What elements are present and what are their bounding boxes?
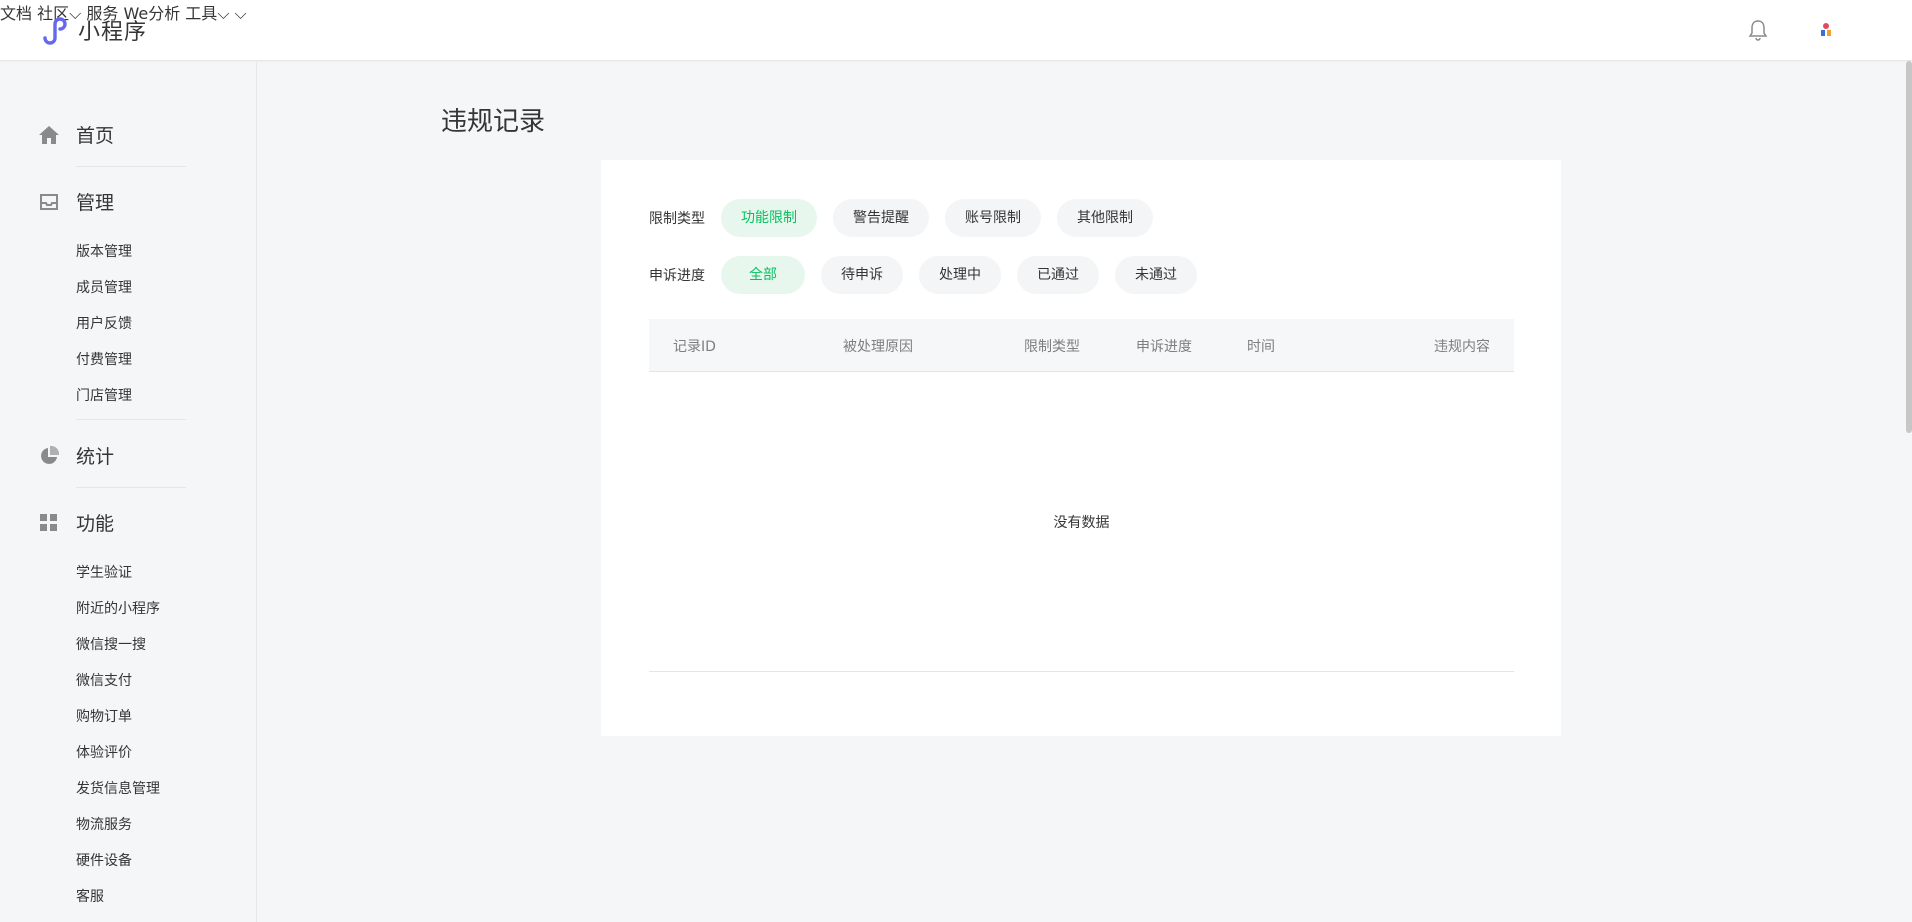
chip-processing[interactable]: 处理中 (919, 256, 1001, 294)
chip-function-restriction[interactable]: 功能限制 (721, 199, 817, 237)
page-scrollbar[interactable] (1906, 61, 1912, 433)
chevron-down-icon: ⌵ (217, 4, 230, 23)
page-title: 违规记录 (441, 107, 546, 137)
column-restriction-type: 限制类型 (1024, 339, 1080, 355)
empty-state: 没有数据 (649, 372, 1514, 672)
column-time: 时间 (1247, 339, 1275, 355)
sidebar: 首页 管理 版本管理 成员管理 用户反馈 付费管理 门店管理 统计 功能 学生验… (0, 62, 257, 922)
sidebar-item-home[interactable]: 首页 (38, 121, 114, 148)
sidebar-item-version-management[interactable]: 版本管理 (76, 241, 132, 261)
sidebar-item-store-management[interactable]: 门店管理 (76, 385, 132, 405)
chip-approved[interactable]: 已通过 (1017, 256, 1099, 294)
appeal-progress-label: 申诉进度 (649, 268, 705, 284)
sidebar-item-customer-service[interactable]: 客服 (76, 886, 104, 906)
nav-docs[interactable]: 文档 (0, 4, 32, 23)
chip-account-restriction[interactable]: 账号限制 (945, 199, 1041, 237)
chip-rejected[interactable]: 未通过 (1115, 256, 1197, 294)
column-record-id: 记录ID (673, 339, 716, 355)
sidebar-item-wechat-pay[interactable]: 微信支付 (76, 670, 132, 690)
chip-other-restriction[interactable]: 其他限制 (1057, 199, 1153, 237)
appeal-progress-filter: 申诉进度 全部 待申诉 处理中 已通过 未通过 (649, 256, 1213, 294)
app-name: 小程序 (78, 20, 148, 45)
column-violation-content: 违规内容 (1434, 339, 1490, 355)
sidebar-item-shipping-info[interactable]: 发货信息管理 (76, 778, 160, 798)
nav-tools[interactable]: 工具⌵ (185, 4, 234, 23)
brand[interactable]: 小程序 (38, 13, 147, 47)
divider (76, 487, 186, 488)
table-header: 记录ID 被处理原因 限制类型 申诉进度 时间 违规内容 (649, 319, 1514, 372)
restriction-type-label: 限制类型 (649, 211, 705, 227)
column-reason: 被处理原因 (843, 339, 913, 355)
home-icon (38, 124, 60, 146)
sidebar-item-nearby-miniprogram[interactable]: 附近的小程序 (76, 598, 160, 618)
restriction-type-filter: 限制类型 功能限制 警告提醒 账号限制 其他限制 (649, 199, 1169, 237)
miniprogram-logo-icon (38, 13, 72, 47)
sidebar-item-features[interactable]: 功能 (38, 509, 114, 536)
divider (76, 419, 186, 420)
inbox-icon (38, 191, 60, 213)
nav-tools-label: 工具 (185, 4, 218, 23)
account-menu-chevron[interactable]: ⌵ (235, 4, 247, 23)
chevron-down-icon: ⌵ (234, 4, 247, 23)
avatar[interactable] (1816, 20, 1836, 40)
sidebar-item-label: 统计 (76, 446, 115, 468)
sidebar-item-logistics[interactable]: 物流服务 (76, 814, 132, 834)
column-appeal-progress: 申诉进度 (1136, 339, 1192, 355)
violation-records-card: 限制类型 功能限制 警告提醒 账号限制 其他限制 申诉进度 全部 待申诉 处理中… (601, 160, 1561, 736)
sidebar-item-shopping-orders[interactable]: 购物订单 (76, 706, 132, 726)
sidebar-item-wechat-search[interactable]: 微信搜一搜 (76, 634, 146, 654)
sidebar-item-member-management[interactable]: 成员管理 (76, 277, 132, 297)
sidebar-item-user-feedback[interactable]: 用户反馈 (76, 313, 132, 333)
chip-warning[interactable]: 警告提醒 (833, 199, 929, 237)
sidebar-item-manage[interactable]: 管理 (38, 188, 114, 215)
sidebar-item-experience-review[interactable]: 体验评价 (76, 742, 132, 762)
top-bar: 小程序 文档 社区⌵ 服务 We分析 工具⌵ ⌵ (0, 0, 1912, 61)
sidebar-item-student-verification[interactable]: 学生验证 (76, 562, 132, 582)
sidebar-item-label: 管理 (76, 192, 115, 214)
grid-icon (38, 512, 60, 534)
divider (76, 166, 186, 167)
chip-pending-appeal[interactable]: 待申诉 (821, 256, 903, 294)
pie-chart-icon (38, 445, 60, 467)
sidebar-item-stats[interactable]: 统计 (38, 442, 114, 469)
sidebar-item-hardware[interactable]: 硬件设备 (76, 850, 132, 870)
sidebar-item-label: 首页 (76, 125, 115, 147)
chip-all[interactable]: 全部 (721, 256, 805, 294)
sidebar-item-label: 功能 (76, 513, 115, 535)
bell-icon[interactable] (1748, 19, 1768, 41)
empty-state-text: 没有数据 (1053, 514, 1110, 531)
sidebar-item-payment-management[interactable]: 付费管理 (76, 349, 132, 369)
